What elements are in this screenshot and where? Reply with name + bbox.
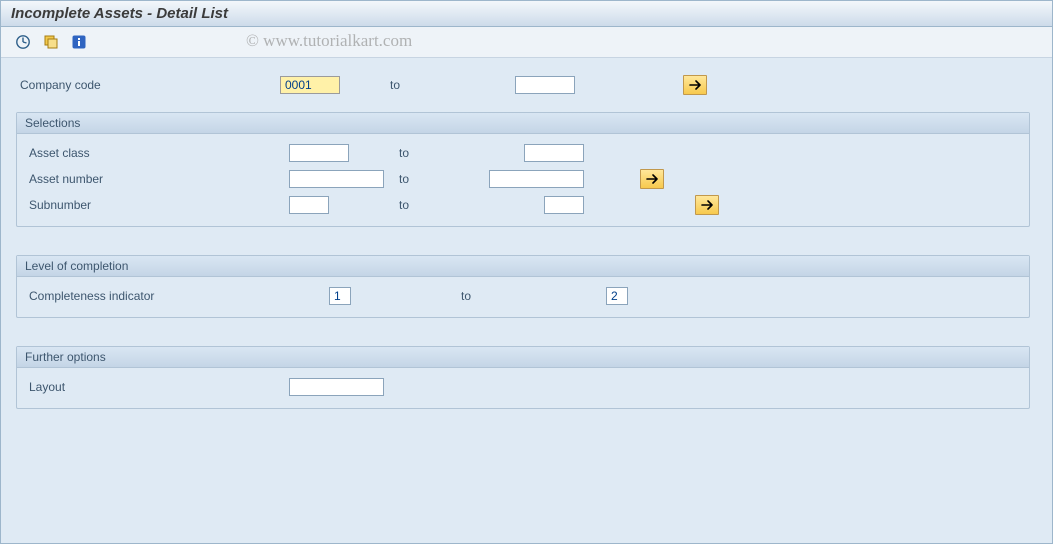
to-label: to [351,289,606,303]
group-title-further: Further options [17,347,1029,368]
to-label: to [340,78,515,92]
input-layout[interactable] [289,378,384,396]
watermark: © www.tutorialkart.com [246,31,412,51]
page-title-bar: Incomplete Assets - Detail List [1,1,1052,27]
multi-select-asset-number[interactable] [640,169,664,189]
input-completeness-to[interactable] [606,287,628,305]
to-label: to [384,172,489,186]
input-asset-number-to[interactable] [489,170,584,188]
row-asset-class: Asset class to [21,140,1025,166]
sap-window: Incomplete Assets - Detail List © www.tu… [0,0,1053,544]
row-subnumber: Subnumber to [21,192,1025,218]
group-title-selections: Selections [17,113,1029,134]
input-subnumber-to[interactable] [544,196,584,214]
group-title-level: Level of completion [17,256,1029,277]
group-level-of-completion: Level of completion Completeness indicat… [16,255,1030,318]
group-further-options: Further options Layout [16,346,1030,409]
row-completeness: Completeness indicator to [21,283,1025,309]
input-asset-class-from[interactable] [289,144,349,162]
app-toolbar: © www.tutorialkart.com [1,27,1052,58]
multi-select-company-code[interactable] [683,75,707,95]
label-layout: Layout [21,380,289,394]
info-icon[interactable] [69,32,89,52]
input-completeness-from[interactable] [329,287,351,305]
execute-icon[interactable] [13,32,33,52]
variant-icon[interactable] [41,32,61,52]
input-asset-number-from[interactable] [289,170,384,188]
input-asset-class-to[interactable] [524,144,584,162]
selection-screen: Company code to Selections Asset class [1,58,1052,543]
label-company-code: Company code [16,78,280,92]
row-asset-number: Asset number to [21,166,1025,192]
to-label: to [329,198,544,212]
multi-select-subnumber[interactable] [695,195,719,215]
to-label: to [349,146,524,160]
row-layout: Layout [21,374,1025,400]
group-selections: Selections Asset class to Asset number t… [16,112,1030,227]
input-subnumber-from[interactable] [289,196,329,214]
input-company-code-to[interactable] [515,76,575,94]
page-title: Incomplete Assets - Detail List [11,5,228,22]
label-completeness: Completeness indicator [21,289,329,303]
row-company-code: Company code to [16,72,1030,98]
label-subnumber: Subnumber [21,198,289,212]
label-asset-class: Asset class [21,146,289,160]
label-asset-number: Asset number [21,172,289,186]
input-company-code-from[interactable] [280,76,340,94]
